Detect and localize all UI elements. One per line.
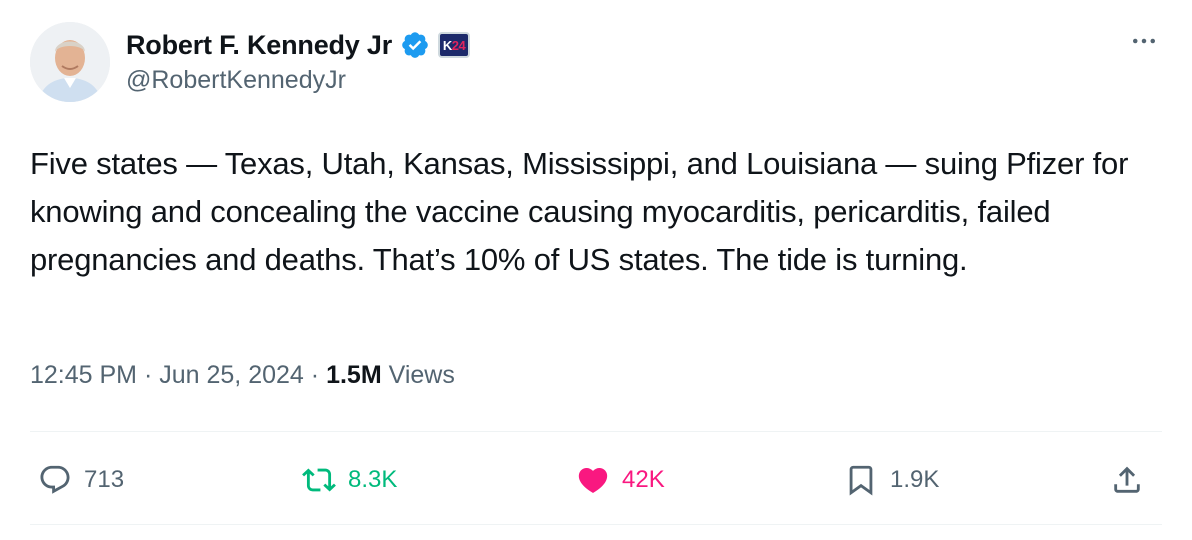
author-handle[interactable]: @RobertKennedyJr xyxy=(126,66,346,95)
views-label: Views xyxy=(388,361,455,389)
author-display-name[interactable]: Robert F. Kennedy Jr xyxy=(126,30,392,61)
retweet-button[interactable]: 8.3K xyxy=(302,452,397,508)
like-button[interactable]: 42K xyxy=(576,452,665,508)
avatar[interactable] xyxy=(30,22,110,102)
tweet-date[interactable]: Jun 25, 2024 xyxy=(159,361,304,389)
bookmark-count: 1.9K xyxy=(890,466,940,493)
divider xyxy=(30,431,1162,432)
reply-icon xyxy=(40,465,70,494)
retweet-icon xyxy=(302,468,336,492)
meta-separator: · xyxy=(143,361,153,389)
tweet-meta: 12:45 PM · Jun 25, 2024 · 1.5M Views xyxy=(30,361,455,390)
verified-badge-icon[interactable] xyxy=(400,30,430,60)
affiliate-badge-letter: K xyxy=(442,37,452,53)
reply-count: 713 xyxy=(84,466,125,493)
affiliate-badge[interactable]: K 24 xyxy=(438,32,471,58)
views-count[interactable]: 1.5M xyxy=(326,361,382,389)
affiliate-badge-number: 24 xyxy=(451,37,466,53)
like-count: 42K xyxy=(622,466,665,493)
more-icon xyxy=(1133,38,1155,44)
more-options-button[interactable] xyxy=(1126,26,1162,56)
bookmark-button[interactable]: 1.9K xyxy=(844,452,939,508)
share-icon xyxy=(1114,466,1140,493)
bookmark-icon xyxy=(849,465,873,496)
heart-icon xyxy=(578,467,608,493)
author-name-row: Robert F. Kennedy Jr K 24 xyxy=(126,26,471,64)
share-button[interactable] xyxy=(1110,452,1144,508)
tweet-time[interactable]: 12:45 PM xyxy=(30,361,137,389)
meta-separator: · xyxy=(310,361,320,389)
divider xyxy=(30,524,1162,525)
retweet-count: 8.3K xyxy=(348,466,398,493)
tweet-text: Five states — Texas, Utah, Kansas, Missi… xyxy=(30,146,1129,277)
action-bar: 713 8.3K 42K 1.9K xyxy=(30,452,1162,508)
reply-button[interactable]: 713 xyxy=(38,452,124,508)
